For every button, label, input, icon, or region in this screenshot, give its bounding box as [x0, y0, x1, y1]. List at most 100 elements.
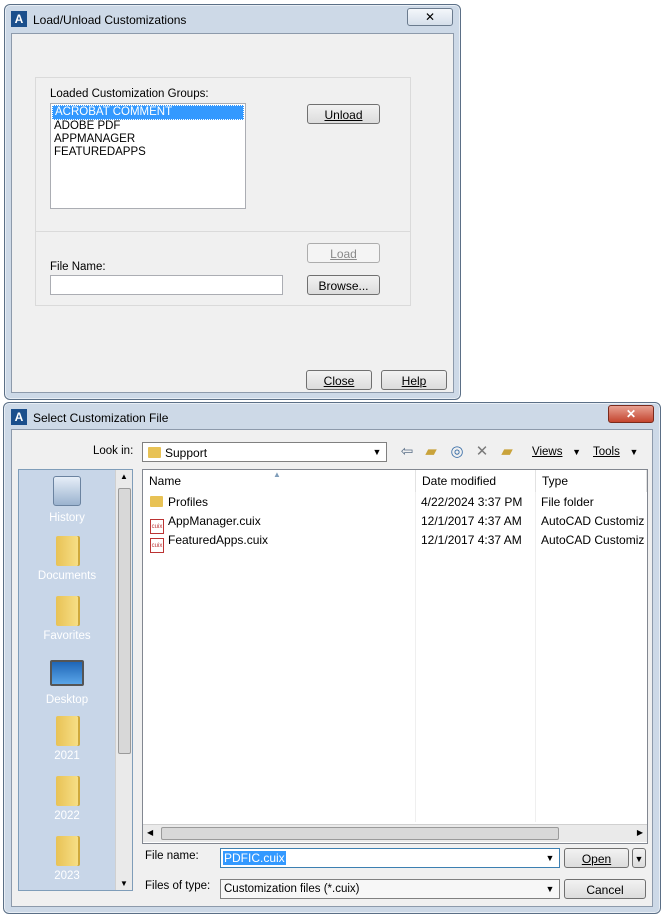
file-name-text: AppManager.cuix [168, 514, 261, 528]
open-button[interactable]: Open [564, 848, 629, 868]
autocad-app-icon: A [11, 11, 27, 27]
customization-groups-panel: Loaded Customization Groups: ACROBAT COM… [35, 77, 411, 232]
unload-button-label: Unload [324, 108, 363, 122]
dialog-client-area: Loaded Customization Groups: ACROBAT COM… [11, 33, 454, 393]
groups-label: Loaded Customization Groups: [50, 88, 209, 100]
column-header-type[interactable]: Type [536, 470, 647, 492]
folder-icon [56, 596, 78, 626]
file-type-cell: AutoCAD Customization File [541, 514, 645, 528]
scroll-up-icon[interactable]: ▲ [116, 472, 132, 481]
search-web-icon[interactable]: ◎ [448, 443, 466, 461]
file-name-text: Profiles [168, 495, 209, 509]
sort-up-icon: ▲ [273, 470, 281, 479]
folder-icon [148, 447, 161, 458]
file-row[interactable]: cuix FeaturedApps.cuix 12/1/2017 4:37 AM Au… [143, 531, 647, 553]
list-item[interactable]: ADOBE PDF [52, 120, 244, 133]
column-header-date[interactable]: Date modified [416, 470, 536, 492]
file-name-cell: Profiles [150, 493, 412, 512]
place-label: 2022 [54, 810, 80, 822]
help-button-label: Help [401, 374, 427, 388]
file-name-label: File Name: [50, 261, 106, 273]
chevron-down-icon[interactable]: ▼ [370, 445, 384, 459]
place-label: 2023 [54, 870, 80, 882]
file-date-cell: 4/22/2024 3:37 PM [421, 495, 523, 509]
new-folder-icon[interactable]: ▰ [498, 443, 516, 461]
place-label: Desktop [45, 694, 89, 706]
unload-button[interactable]: Unload [307, 104, 380, 124]
place-history[interactable]: History [21, 476, 113, 524]
browse-button[interactable]: Browse... [307, 275, 380, 295]
views-dropdown-icon: ▼ [572, 447, 581, 457]
place-documents[interactable]: Documents [21, 536, 113, 582]
close-icon[interactable]: ✕ [608, 405, 654, 423]
open-options-dropdown[interactable]: ▼ [632, 848, 646, 868]
dialog-client-area: Look in: Support ▼ ⇦ ▰ ◎ ✕ ▰ Views ▼ Too… [11, 429, 653, 907]
open-button-label: Open [581, 852, 612, 866]
load-button-label: Load [330, 247, 357, 261]
delete-icon[interactable]: ✕ [473, 443, 491, 461]
file-row[interactable]: cuix AppManager.cuix 12/1/2017 4:37 AM Auto… [143, 512, 647, 534]
chevron-down-icon[interactable]: ▼ [543, 851, 557, 865]
close-button[interactable]: Close [306, 370, 372, 390]
place-2021[interactable]: 2021 [21, 716, 113, 762]
browse-button-label: Browse... [318, 279, 369, 293]
horizontal-scrollbar[interactable]: ◀ ▶ [143, 824, 647, 842]
file-name-text: FeaturedApps.cuix [168, 533, 269, 547]
file-name-label: File name: [145, 850, 199, 862]
file-name-combo[interactable]: PDFIC.cuix ▼ [220, 848, 560, 868]
files-of-type-label: Files of type: [145, 880, 211, 892]
files-of-type-dropdown[interactable]: Customization files (*.cuix) ▼ [220, 879, 560, 899]
place-label: History [49, 512, 85, 524]
tools-menu[interactable]: Tools ▼ [593, 446, 638, 458]
file-list-view[interactable]: Name ▲ Date modified Type Profiles 4/22/20… [142, 469, 648, 844]
load-button[interactable]: Load [307, 243, 380, 263]
scroll-down-icon[interactable]: ▼ [116, 879, 132, 888]
scroll-thumb[interactable] [118, 488, 131, 754]
column-name-label: Name [149, 474, 182, 488]
help-button[interactable]: Help [381, 370, 447, 390]
cancel-button-label: Cancel [586, 883, 624, 897]
customization-groups-list[interactable]: ACROBAT COMMENT ADOBE PDF APPMANAGER FEATUR… [50, 103, 246, 209]
place-2022[interactable]: 2022 [21, 776, 113, 822]
file-name-input[interactable] [50, 275, 283, 295]
place-favorites[interactable]: Favorites [21, 596, 113, 642]
file-type-cell: AutoCAD Customization File [541, 533, 645, 547]
file-row[interactable]: Profiles 4/22/2024 3:37 PM File folder [143, 493, 647, 512]
place-desktop[interactable]: Desktop [21, 656, 113, 706]
autocad-app-icon: A [11, 409, 27, 425]
list-item[interactable]: ACROBAT COMMENT [52, 105, 244, 120]
back-arrow-icon[interactable]: ⇦ [398, 443, 416, 461]
file-date-cell: 12/1/2017 4:37 AM [421, 514, 522, 528]
list-item[interactable]: APPMANAGER [52, 133, 244, 146]
chevron-down-icon: ▼ [634, 854, 644, 864]
scroll-left-icon[interactable]: ◀ [147, 828, 153, 837]
folder-icon [56, 776, 78, 806]
close-icon[interactable]: ✕ [407, 8, 453, 26]
close-button-label: Close [323, 374, 355, 388]
look-in-label: Look in: [93, 445, 134, 457]
place-2023[interactable]: 2023 [21, 836, 113, 882]
scroll-thumb[interactable] [161, 827, 559, 840]
column-type-label: Type [542, 474, 569, 488]
files-of-type-value: Customization files (*.cuix) [224, 883, 360, 895]
chevron-down-icon[interactable]: ▼ [543, 882, 557, 896]
list-item[interactable]: FEATUREDAPPS [52, 146, 244, 159]
cancel-button[interactable]: Cancel [564, 879, 646, 899]
dialog-title: Select Customization File [33, 411, 169, 425]
views-label: Views [532, 446, 563, 458]
views-menu[interactable]: Views ▼ [532, 446, 581, 458]
dialog-title: Load/Unload Customizations [33, 13, 187, 27]
cuix-file-icon: cuix [150, 538, 164, 553]
up-folder-icon[interactable]: ▰ [422, 443, 440, 461]
places-scrollbar[interactable]: ▲ ▼ [115, 470, 132, 890]
load-unload-dialog: A Load/Unload Customizations ✕ Loaded Cu… [4, 4, 461, 400]
column-header-name[interactable]: Name ▲ [143, 470, 416, 492]
places-bar: History Documents Favorites Desktop 2021 2022… [18, 469, 133, 891]
folder-icon [56, 836, 78, 866]
look-in-dropdown[interactable]: Support ▼ [142, 442, 387, 462]
file-name-cell: cuix FeaturedApps.cuix [150, 531, 412, 553]
file-type-cell: File folder [541, 495, 594, 509]
place-label: Favorites [43, 630, 91, 642]
scroll-right-icon[interactable]: ▶ [637, 828, 643, 837]
select-customization-file-dialog: A Select Customization File ✕ Look in: S… [3, 402, 661, 914]
